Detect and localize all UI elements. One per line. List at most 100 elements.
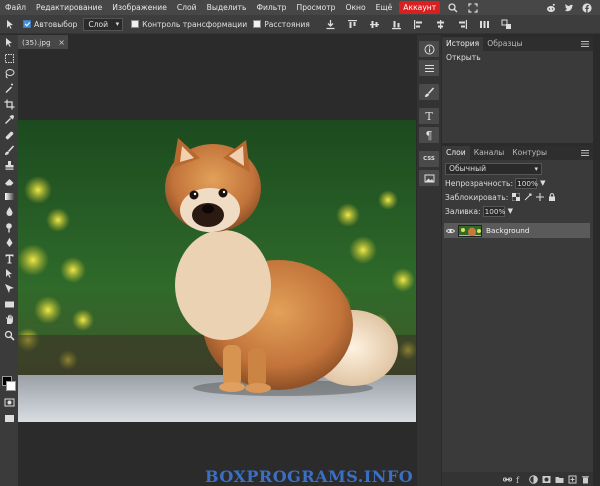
rectangle-tool-icon[interactable] <box>0 297 18 312</box>
mask-icon[interactable] <box>542 475 551 484</box>
stamp-tool-icon[interactable] <box>0 158 18 173</box>
new-layer-icon[interactable] <box>568 475 577 484</box>
eraser-tool-icon[interactable] <box>0 174 18 189</box>
image-panel-icon[interactable] <box>419 170 439 186</box>
menu-file[interactable]: Файл <box>0 0 31 15</box>
tab-swatches[interactable]: Образцы <box>483 37 526 51</box>
move-tool-icon[interactable] <box>0 35 18 50</box>
align-left-icon[interactable] <box>412 17 426 31</box>
lock-pixels-icon[interactable] <box>524 193 532 201</box>
blend-mode-row: Обычный <box>442 162 593 176</box>
right-scrollbar[interactable] <box>593 35 600 486</box>
character-panel-icon[interactable]: T <box>419 108 439 124</box>
target-select[interactable]: Слой <box>83 17 124 31</box>
effects-icon[interactable]: f <box>516 475 525 485</box>
document-area: (35).jpg × <box>18 35 416 486</box>
download-icon[interactable] <box>324 17 338 31</box>
reddit-icon[interactable] <box>546 3 556 13</box>
align-center-icon[interactable] <box>434 17 448 31</box>
transform-controls-checkbox[interactable]: Контроль трансформации <box>131 20 247 29</box>
marquee-tool-icon[interactable] <box>0 50 18 65</box>
path-select-tool-icon[interactable] <box>0 266 18 281</box>
opacity-input[interactable]: 100% <box>515 177 538 189</box>
background-color-swatch[interactable] <box>6 381 16 391</box>
fill-input[interactable]: 100% <box>482 205 505 217</box>
adjustment-icon[interactable] <box>529 474 538 484</box>
panel-menu-icon[interactable] <box>581 40 589 48</box>
brush-tool-icon[interactable] <box>0 143 18 158</box>
menu-more[interactable]: Ещё <box>371 0 398 15</box>
align-middle-icon[interactable] <box>368 17 382 31</box>
blur-tool-icon[interactable] <box>0 204 18 219</box>
zoom-tool-icon[interactable] <box>0 327 18 342</box>
search-icon[interactable] <box>446 1 460 14</box>
menu-image[interactable]: Изображение <box>107 0 172 15</box>
layer-name: Background <box>486 226 530 235</box>
lock-position-icon[interactable] <box>536 193 545 201</box>
toolbox <box>0 35 18 486</box>
document-tab[interactable]: (35).jpg × <box>18 35 68 49</box>
quick-mask-icon[interactable] <box>0 395 18 410</box>
menu-edit[interactable]: Редактирование <box>31 0 107 15</box>
layer-row[interactable]: Background <box>444 223 590 238</box>
fill-label: Заливка: <box>445 206 481 216</box>
history-entry[interactable]: Открыть <box>442 51 593 65</box>
panel-menu-icon[interactable] <box>581 149 589 157</box>
twitter-icon[interactable] <box>564 3 574 13</box>
chevron-down-icon[interactable]: ▼ <box>508 207 513 215</box>
tab-history[interactable]: История <box>442 37 484 51</box>
auto-select-checkbox[interactable]: Автовыбор <box>23 20 77 29</box>
mini-panel-column: T ¶ CSS <box>417 35 441 486</box>
screen-mode-icon[interactable] <box>0 411 18 426</box>
image-canvas[interactable] <box>18 120 416 422</box>
align-top-icon[interactable] <box>346 17 360 31</box>
css-panel-button[interactable]: CSS <box>419 151 439 167</box>
tab-channels[interactable]: Каналы <box>470 146 509 160</box>
folder-icon[interactable] <box>555 475 564 484</box>
magic-wand-tool-icon[interactable] <box>0 81 18 96</box>
menu-layer[interactable]: Слой <box>172 0 202 15</box>
gradient-tool-icon[interactable] <box>0 189 18 204</box>
distribute-icon[interactable] <box>478 17 492 31</box>
align-bottom-icon[interactable] <box>390 17 404 31</box>
brush-settings-icon[interactable] <box>419 84 439 100</box>
distances-checkbox[interactable]: Расстояния <box>253 20 310 29</box>
lock-transparency-icon[interactable] <box>511 192 521 202</box>
menu-window[interactable]: Окно <box>340 0 370 15</box>
menu-view[interactable]: Просмотр <box>292 0 341 15</box>
lasso-tool-icon[interactable] <box>0 66 18 81</box>
menu-bar: Файл Редактирование Изображение Слой Выд… <box>0 0 600 15</box>
arrange-icon[interactable] <box>500 17 514 31</box>
eye-icon[interactable] <box>444 228 456 234</box>
fullscreen-icon[interactable] <box>466 1 480 14</box>
blend-mode-select[interactable]: Обычный <box>445 163 542 175</box>
dog-photo <box>18 120 416 422</box>
sliders-icon[interactable] <box>419 60 439 76</box>
lock-all-icon[interactable] <box>548 193 556 201</box>
eyedropper-tool-icon[interactable] <box>0 112 18 127</box>
pen-tool-icon[interactable] <box>0 235 18 250</box>
info-icon[interactable] <box>419 41 439 57</box>
account-button[interactable]: Аккаунт <box>399 1 441 14</box>
move-tool-icon <box>3 17 17 31</box>
align-right-icon[interactable] <box>456 17 470 31</box>
tab-layers[interactable]: Слои <box>442 146 470 160</box>
hand-tool-icon[interactable] <box>0 312 18 327</box>
healing-tool-icon[interactable] <box>0 127 18 142</box>
menu-select[interactable]: Выделить <box>202 0 252 15</box>
layers-footer: f <box>442 472 594 486</box>
link-icon[interactable] <box>503 475 512 484</box>
delete-layer-icon[interactable] <box>581 475 590 484</box>
paragraph-panel-icon[interactable]: ¶ <box>419 127 439 143</box>
close-icon[interactable]: × <box>58 38 65 47</box>
shape-tool-icon[interactable] <box>0 281 18 296</box>
opacity-row: Непрозрачность: 100% ▼ <box>442 176 593 190</box>
text-tool-icon[interactable] <box>0 250 18 265</box>
tab-paths[interactable]: Контуры <box>508 146 551 160</box>
crop-tool-icon[interactable] <box>0 97 18 112</box>
chevron-down-icon[interactable]: ▼ <box>540 179 545 187</box>
dodge-tool-icon[interactable] <box>0 220 18 235</box>
facebook-icon[interactable] <box>582 2 592 13</box>
menu-filter[interactable]: Фильтр <box>251 0 291 15</box>
history-panel: История Образцы Открыть <box>441 37 593 143</box>
